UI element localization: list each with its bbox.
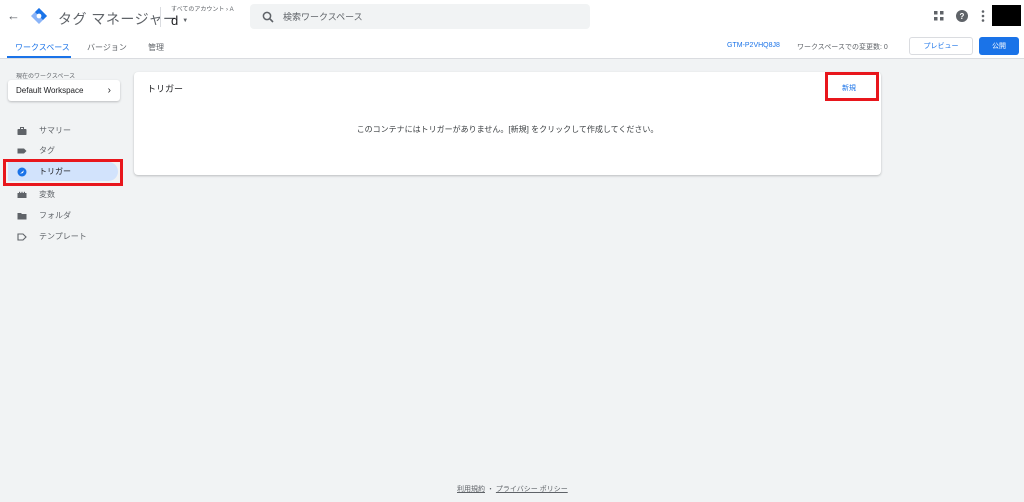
search-box[interactable]	[250, 4, 590, 29]
sidebar-item-label: テンプレート	[39, 232, 87, 241]
variables-icon	[17, 190, 27, 200]
sidebar-item-folders[interactable]: フォルダ	[8, 206, 118, 225]
title-divider	[160, 7, 161, 27]
tag-icon	[17, 146, 27, 156]
caret-down-icon: ▼	[182, 17, 189, 24]
triggers-card: トリガー 新規 このコンテナにはトリガーがありません。[新規] をクリックして作…	[134, 72, 881, 175]
tab-versions[interactable]: バージョン	[87, 42, 127, 53]
publish-button[interactable]: 公開	[979, 37, 1019, 55]
container-selector[interactable]: d ▼	[171, 13, 188, 28]
workspace-changes-count: ワークスペースでの変更数: 0	[797, 44, 888, 51]
briefcase-icon	[17, 126, 27, 136]
tab-workspace[interactable]: ワークスペース	[15, 42, 70, 53]
chevron-right-icon: ›	[107, 85, 111, 96]
terms-link[interactable]: 利用規約	[457, 486, 485, 493]
empty-state-message: このコンテナにはトリガーがありません。[新規] をクリックして作成してください。	[356, 125, 659, 134]
apps-grid-icon[interactable]	[934, 11, 944, 21]
footer-links: 利用規約 ・ プライバシー ポリシー	[457, 484, 568, 494]
account-avatar[interactable]	[992, 5, 1021, 26]
active-tab-indicator	[7, 56, 71, 58]
container-id-link[interactable]: GTM-P2VHQ8J8	[727, 42, 780, 49]
search-input[interactable]	[283, 11, 563, 22]
account-breadcrumb[interactable]: すべてのアカウント › A	[171, 4, 234, 13]
more-vert-icon[interactable]	[981, 10, 985, 22]
sidebar-item-label: フォルダ	[39, 211, 71, 220]
svg-text:?: ?	[960, 12, 965, 21]
gtm-logo-icon	[31, 8, 47, 24]
card-title: トリガー	[147, 84, 184, 94]
sidebar-item-label: タグ	[39, 146, 55, 155]
sidebar-item-label: サマリー	[39, 126, 71, 135]
sidebar-item-tags[interactable]: タグ	[8, 141, 118, 160]
sidebar-item-label: 変数	[39, 190, 55, 199]
privacy-link[interactable]: プライバシー ポリシー	[496, 486, 568, 493]
workspace-selector[interactable]: Default Workspace ›	[8, 80, 120, 101]
highlight-box-triggers	[3, 159, 123, 186]
search-icon	[262, 11, 274, 23]
back-arrow-icon[interactable]: ←	[7, 9, 20, 23]
sidebar-item-templates[interactable]: テンプレート	[8, 227, 118, 246]
template-icon	[17, 232, 27, 242]
workspace-name: Default Workspace	[16, 86, 84, 95]
container-name: d	[171, 13, 179, 28]
highlight-box-new	[825, 72, 879, 101]
nav-bar: ワークスペース バージョン 管理 GTM-P2VHQ8J8 ワークスペースでの変…	[0, 33, 1024, 59]
folder-icon	[17, 211, 27, 221]
tab-admin[interactable]: 管理	[148, 42, 164, 53]
workspace-heading: 現在のワークスペース	[16, 74, 76, 80]
sidebar-item-summary[interactable]: サマリー	[8, 121, 118, 140]
footer-separator: ・	[486, 486, 494, 493]
preview-button[interactable]: プレビュー	[909, 37, 973, 55]
help-icon[interactable]: ?	[956, 10, 968, 22]
top-app-bar: ← タグ マネージャー すべてのアカウント › A d ▼ ?	[0, 0, 1024, 33]
sidebar-item-variables[interactable]: 変数	[8, 185, 118, 204]
